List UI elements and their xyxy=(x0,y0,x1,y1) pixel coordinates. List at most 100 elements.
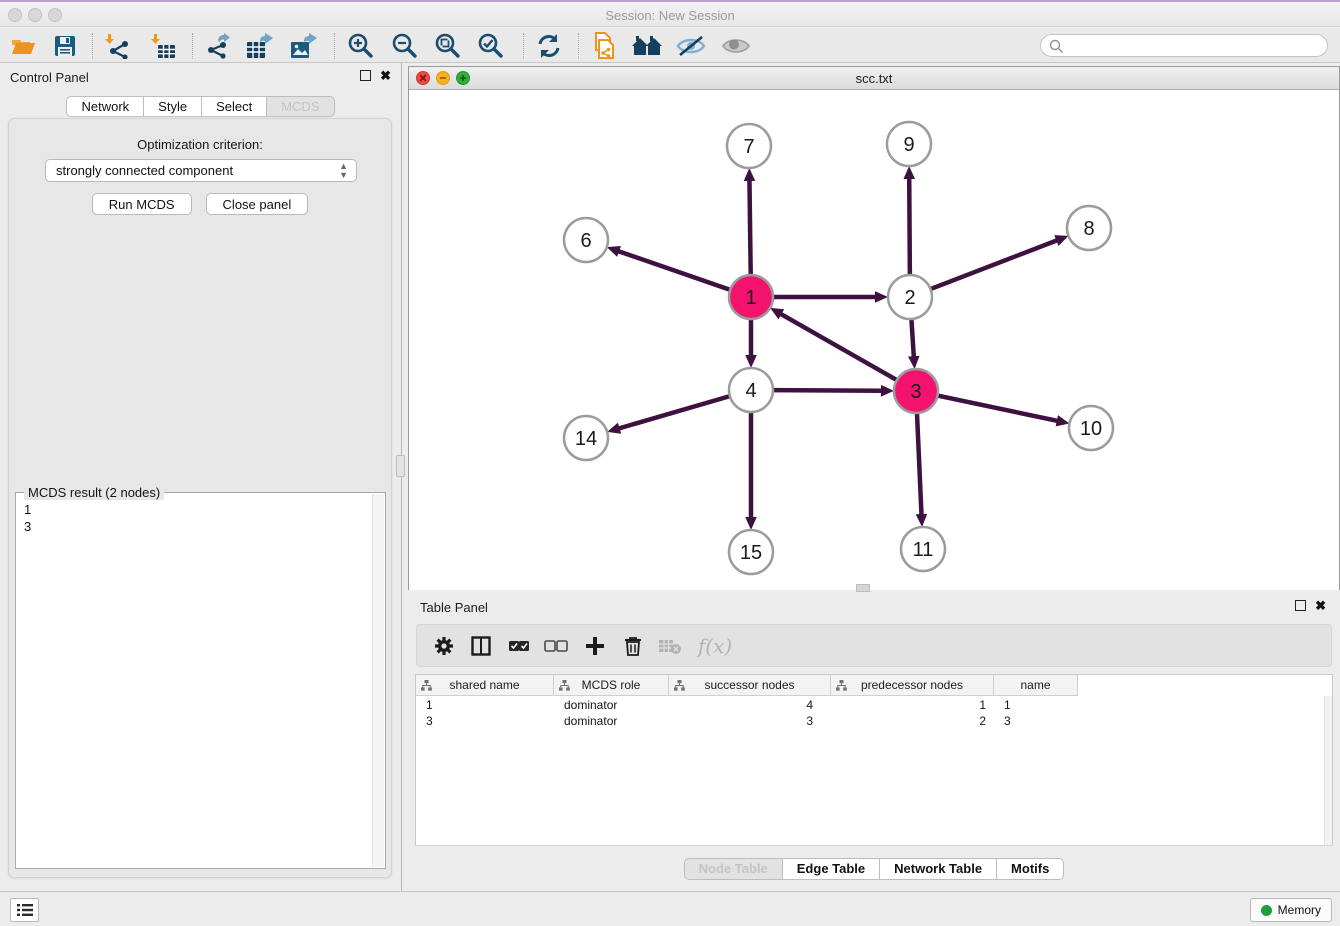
cell-successor-nodes[interactable]: 3 xyxy=(669,713,831,729)
node-label: 14 xyxy=(575,428,597,450)
column-header-label: name xyxy=(1020,678,1050,692)
close-table-panel-icon[interactable]: ✖ xyxy=(1315,600,1326,611)
edge-3-11[interactable] xyxy=(917,413,922,515)
table-row[interactable]: 3dominator323 xyxy=(416,713,1078,729)
export-network-button[interactable] xyxy=(200,32,234,60)
open-file-button[interactable] xyxy=(6,32,40,60)
search-input[interactable] xyxy=(1067,36,1317,55)
import-table-button[interactable] xyxy=(146,32,180,60)
splitter-grip[interactable] xyxy=(396,455,405,477)
edge-4-14[interactable] xyxy=(619,396,730,428)
close-panel-icon[interactable]: ✖ xyxy=(380,70,391,81)
edge-2-8[interactable] xyxy=(931,240,1058,289)
graph-node-14[interactable]: 14 xyxy=(564,416,608,460)
zoom-selected-button[interactable] xyxy=(474,32,508,60)
cell-predecessor-nodes[interactable]: 1 xyxy=(831,697,994,713)
edge-2-3[interactable] xyxy=(911,319,913,357)
task-history-button[interactable] xyxy=(10,898,39,922)
graph-node-9[interactable]: 9 xyxy=(887,122,931,166)
search-field[interactable] xyxy=(1040,34,1328,57)
home-button[interactable] xyxy=(630,32,664,60)
status-bar: Memory xyxy=(0,891,1340,926)
plus-icon xyxy=(585,636,605,656)
column-header-name[interactable]: name xyxy=(994,675,1078,696)
edge-1-7[interactable] xyxy=(749,180,750,275)
export-image-button[interactable] xyxy=(287,32,321,60)
refresh-layout-button[interactable] xyxy=(532,32,566,60)
table-scrollbar[interactable] xyxy=(1324,696,1332,845)
criterion-select[interactable]: strongly connected component ▲▼ xyxy=(45,159,357,182)
graph-node-8[interactable]: 8 xyxy=(1067,206,1111,250)
close-panel-button[interactable]: Close panel xyxy=(206,193,309,215)
save-session-button[interactable] xyxy=(48,32,82,60)
table-settings-button[interactable] xyxy=(429,632,459,660)
cell-successor-nodes[interactable]: 4 xyxy=(669,697,831,713)
column-header-shared-name[interactable]: shared name xyxy=(416,675,554,696)
graph-node-15[interactable]: 15 xyxy=(729,530,773,574)
graph-node-1[interactable]: 1 xyxy=(729,275,773,319)
checked-boxes-icon xyxy=(508,639,530,653)
cell-MCDS-role[interactable]: dominator xyxy=(554,697,669,713)
edge-1-6[interactable] xyxy=(618,251,730,290)
graph-node-11[interactable]: 11 xyxy=(901,527,945,571)
gear-icon xyxy=(434,636,454,656)
tab-edge-table[interactable]: Edge Table xyxy=(783,858,880,880)
table-row[interactable]: 1dominator411 xyxy=(416,697,1078,713)
tab-select[interactable]: Select xyxy=(202,96,267,117)
column-header-label: MCDS role xyxy=(582,678,641,692)
float-panel-icon[interactable] xyxy=(360,70,371,81)
edge-4-3[interactable] xyxy=(773,390,882,391)
edge-3-10[interactable] xyxy=(938,396,1058,421)
deselect-all-button[interactable] xyxy=(541,632,571,660)
delete-table-button[interactable] xyxy=(655,632,685,660)
tab-network-table[interactable]: Network Table xyxy=(880,858,997,880)
graph-node-2[interactable]: 2 xyxy=(888,275,932,319)
cell-name[interactable]: 3 xyxy=(994,713,1078,729)
delete-row-button[interactable] xyxy=(618,632,648,660)
zoom-in-button[interactable] xyxy=(344,32,378,60)
zoom-out-button[interactable] xyxy=(388,32,422,60)
memory-button[interactable]: Memory xyxy=(1250,898,1332,922)
edge-3-1[interactable] xyxy=(781,314,897,380)
tab-node-table[interactable]: Node Table xyxy=(684,858,783,880)
select-all-button[interactable] xyxy=(504,632,534,660)
node-label: 1 xyxy=(745,287,756,309)
add-row-button[interactable] xyxy=(580,632,610,660)
graph-node-7[interactable]: 7 xyxy=(727,124,771,168)
show-all-button[interactable] xyxy=(719,32,753,60)
edge-2-9[interactable] xyxy=(909,178,910,275)
cell-shared-name[interactable]: 3 xyxy=(416,713,554,729)
column-header-label: shared name xyxy=(449,678,519,692)
graph-node-4[interactable]: 4 xyxy=(729,368,773,412)
cell-shared-name[interactable]: 1 xyxy=(416,697,554,713)
network-resize-grip[interactable] xyxy=(856,584,870,592)
float-table-panel-icon[interactable] xyxy=(1295,600,1306,611)
hide-selected-button[interactable] xyxy=(674,32,708,60)
tab-motifs[interactable]: Motifs xyxy=(997,858,1064,880)
show-column-button[interactable] xyxy=(466,632,496,660)
cell-MCDS-role[interactable]: dominator xyxy=(554,713,669,729)
run-mcds-button[interactable]: Run MCDS xyxy=(92,193,192,215)
graph-node-3[interactable]: 3 xyxy=(894,369,938,413)
clone-network-button[interactable] xyxy=(587,32,621,60)
attribute-type-icon xyxy=(559,680,570,691)
table-panel: Table Panel ✖ xyxy=(408,595,1340,891)
graph-node-10[interactable]: 10 xyxy=(1069,406,1113,450)
tab-mcds[interactable]: MCDS xyxy=(267,96,334,117)
cell-predecessor-nodes[interactable]: 2 xyxy=(831,713,994,729)
export-table-button[interactable] xyxy=(243,32,277,60)
function-builder-button[interactable]: f(x) xyxy=(693,632,737,660)
main-toolbar xyxy=(0,29,1340,63)
result-scrollbar[interactable] xyxy=(372,494,384,867)
tab-style[interactable]: Style xyxy=(144,96,202,117)
column-header-successor-nodes[interactable]: successor nodes xyxy=(669,675,831,696)
vertical-splitter[interactable] xyxy=(401,63,408,891)
graph-node-6[interactable]: 6 xyxy=(564,218,608,262)
zoom-fit-button[interactable] xyxy=(431,32,465,60)
import-network-button[interactable] xyxy=(100,32,134,60)
cell-name[interactable]: 1 xyxy=(994,697,1078,713)
column-header-predecessor-nodes[interactable]: predecessor nodes xyxy=(831,675,994,696)
tab-network[interactable]: Network xyxy=(66,96,144,117)
column-header-MCDS-role[interactable]: MCDS role xyxy=(554,675,669,696)
network-canvas[interactable]: 1 2 3 4 6 7 8 9 10 11 14 15 xyxy=(409,90,1339,590)
